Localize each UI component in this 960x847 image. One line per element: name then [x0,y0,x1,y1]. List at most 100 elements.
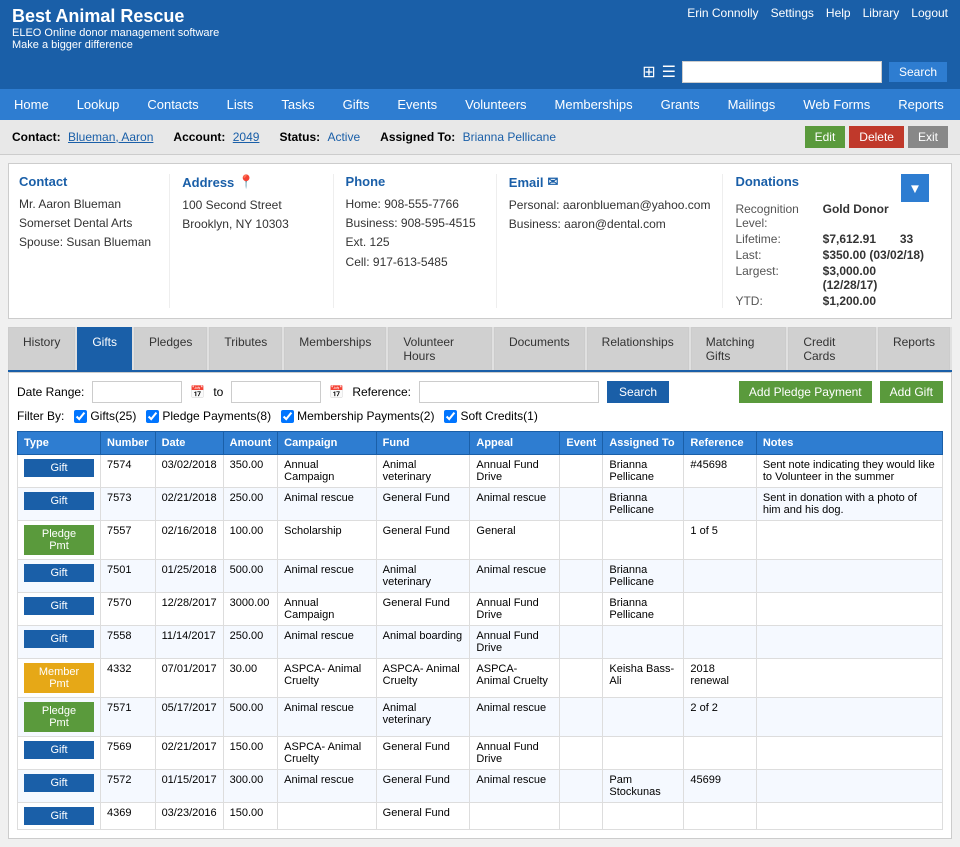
cell-assigned-to: Pam Stockunas [603,770,684,803]
cell-notes [756,560,942,593]
filter-soft-credits-checkbox-label[interactable]: Soft Credits(1) [444,409,537,423]
date-to-input[interactable] [231,381,321,403]
type-button[interactable]: Gift [24,459,94,477]
status-field: Status: Active [279,130,360,144]
cell-type[interactable]: Pledge Pmt [18,521,101,560]
type-button[interactable]: Gift [24,630,94,648]
cell-type[interactable]: Gift [18,455,101,488]
contact-name-link[interactable]: Blueman, Aaron [68,130,153,144]
cell-type[interactable]: Gift [18,488,101,521]
nav-lists[interactable]: Lists [213,89,268,120]
cell-type[interactable]: Pledge Pmt [18,698,101,737]
tab-matching-gifts[interactable]: Matching Gifts [691,327,787,370]
nav-contacts[interactable]: Contacts [133,89,212,120]
cell-number: 4332 [101,659,156,698]
table-row: Pledge Pmt 7557 02/16/2018 100.00 Schola… [18,521,943,560]
cell-type[interactable]: Gift [18,593,101,626]
filter-gifts-checkbox-label[interactable]: Gifts(25) [74,409,136,423]
col-amount: Amount [223,432,278,455]
exit-button[interactable]: Exit [908,126,948,148]
subtitle2: Make a bigger difference [12,39,219,51]
cell-fund: ASPCA- Animal Cruelty [376,659,470,698]
nav-gifts[interactable]: Gifts [329,89,384,120]
cell-event [560,737,603,770]
nav-tasks[interactable]: Tasks [267,89,328,120]
filter-by-label: Filter By: [17,409,64,423]
section-tabs: History Gifts Pledges Tributes Membershi… [8,327,952,372]
tab-history[interactable]: History [8,327,75,370]
cell-type[interactable]: Gift [18,626,101,659]
nav-grants[interactable]: Grants [647,89,714,120]
filter-pledge-payments-checkbox[interactable] [146,410,159,423]
cell-type[interactable]: Member Pmt [18,659,101,698]
tab-relationships[interactable]: Relationships [587,327,689,370]
type-button[interactable]: Gift [24,741,94,759]
tab-gifts[interactable]: Gifts [77,327,132,370]
settings-link[interactable]: Settings [771,6,814,20]
type-button[interactable]: Gift [24,774,94,792]
cell-type[interactable]: Gift [18,560,101,593]
tab-credit-cards[interactable]: Credit Cards [788,327,876,370]
email-personal: Personal: aaronblueman@yahoo.com [509,196,711,215]
assigned-value: Brianna Pellicane [463,130,556,144]
filter-membership-payments-checkbox-label[interactable]: Membership Payments(2) [281,409,434,423]
account-value-link[interactable]: 2049 [233,130,260,144]
contact-section-email: Email ✉ Personal: aaronblueman@yahoo.com… [497,174,724,308]
filter-soft-credits-checkbox[interactable] [444,410,457,423]
tab-pledges[interactable]: Pledges [134,327,207,370]
global-search-button[interactable]: Search [888,61,948,83]
nav-reports[interactable]: Reports [884,89,958,120]
nav-volunteers[interactable]: Volunteers [451,89,540,120]
type-button[interactable]: Gift [24,492,94,510]
tab-reports[interactable]: Reports [878,327,950,370]
date-from-input[interactable] [92,381,182,403]
edit-button[interactable]: Edit [805,126,846,148]
calendar-to-icon[interactable]: 📅 [329,385,344,399]
tab-documents[interactable]: Documents [494,327,585,370]
type-button[interactable]: Gift [24,564,94,582]
type-button[interactable]: Pledge Pmt [24,525,94,555]
cell-assigned-to [603,521,684,560]
add-gift-button[interactable]: Add Gift [880,381,943,403]
type-button[interactable]: Gift [24,597,94,615]
type-button[interactable]: Member Pmt [24,663,94,693]
nav-events[interactable]: Events [383,89,451,120]
address-section-title: Address 📍 [182,174,320,190]
help-link[interactable]: Help [826,6,851,20]
cell-amount: 350.00 [223,455,278,488]
calendar-from-icon[interactable]: 📅 [190,385,205,399]
add-pledge-payment-button[interactable]: Add Pledge Payment [739,381,872,403]
type-button[interactable]: Gift [24,807,94,825]
tab-memberships[interactable]: Memberships [284,327,386,370]
tab-tributes[interactable]: Tributes [209,327,282,370]
cell-date: 02/21/2017 [155,737,223,770]
logout-link[interactable]: Logout [911,6,948,20]
delete-button[interactable]: Delete [849,126,904,148]
filter-pledge-payments-checkbox-label[interactable]: Pledge Payments(8) [146,409,271,423]
cell-date: 05/17/2017 [155,698,223,737]
cell-reference: 45699 [684,770,756,803]
library-link[interactable]: Library [863,6,900,20]
tab-volunteer-hours[interactable]: Volunteer Hours [388,327,492,370]
reference-input[interactable] [419,381,599,403]
nav-mailings[interactable]: Mailings [714,89,790,120]
cell-type[interactable]: Gift [18,803,101,830]
filter-row: Date Range: 📅 to 📅 Reference: Search Add… [17,381,943,403]
global-search-input[interactable] [682,61,882,83]
brand: Best Animal Rescue ELEO Online donor man… [12,6,219,51]
nav-lookup[interactable]: Lookup [63,89,134,120]
search-button[interactable]: Search [607,381,669,403]
cell-assigned-to [603,626,684,659]
nav-memberships[interactable]: Memberships [541,89,647,120]
type-button[interactable]: Pledge Pmt [24,702,94,732]
cell-type[interactable]: Gift [18,737,101,770]
cell-type[interactable]: Gift [18,770,101,803]
nav-home[interactable]: Home [0,89,63,120]
filter-membership-payments-checkbox[interactable] [281,410,294,423]
filter-gifts-checkbox[interactable] [74,410,87,423]
contact-line2: Somerset Dental Arts [19,214,157,233]
cell-reference [684,803,756,830]
donations-dropdown-button[interactable]: ▼ [901,174,929,202]
nav-webforms[interactable]: Web Forms [789,89,884,120]
cell-fund: Animal veterinary [376,455,470,488]
